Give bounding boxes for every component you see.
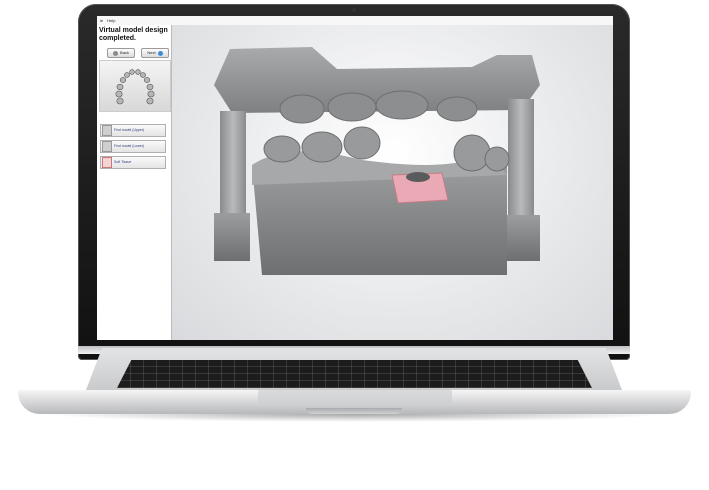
wizard-steps: Find model (Upper) Find model (Lower) So… xyxy=(100,124,166,172)
wizard-sidebar: Virtual model design completed. Back Nex… xyxy=(97,25,172,340)
app-window: le Help Virtual model design completed. … xyxy=(97,16,613,340)
dental-arch-preview xyxy=(99,60,171,112)
dental-arch-icon xyxy=(115,69,155,105)
next-button[interactable]: Next xyxy=(141,48,169,58)
wizard-nav: Back Next xyxy=(107,48,169,58)
back-button[interactable]: Back xyxy=(107,48,135,58)
step-label: Find model (Upper) xyxy=(114,128,145,132)
status-heading: Virtual model design completed. xyxy=(99,27,168,42)
step-find-lower[interactable]: Find model (Lower) xyxy=(100,140,166,153)
trackpad xyxy=(258,390,452,404)
step-soft-tissue[interactable]: Soft Tissue xyxy=(100,156,166,169)
menu-bar: le Help xyxy=(97,16,613,25)
keyboard xyxy=(117,360,592,388)
3d-dental-model-icon xyxy=(214,47,540,275)
step-find-upper[interactable]: Find model (Upper) xyxy=(100,124,166,137)
camera-icon xyxy=(352,8,356,12)
laptop-frame: le Help Virtual model design completed. … xyxy=(0,0,709,490)
step-label: Find model (Lower) xyxy=(114,144,145,148)
3d-viewport[interactable] xyxy=(172,25,613,340)
next-arrow-icon xyxy=(157,50,163,56)
laptop-shadow xyxy=(40,414,670,422)
step-label: Soft Tissue xyxy=(114,160,132,164)
model-icon xyxy=(102,125,112,136)
next-button-label: Next xyxy=(147,50,156,55)
menu-item-help[interactable]: Help xyxy=(107,18,115,23)
back-button-label: Back xyxy=(120,50,129,55)
model-icon xyxy=(102,141,112,152)
soft-tissue-icon xyxy=(102,157,112,168)
menu-item-file[interactable]: le xyxy=(100,18,103,23)
back-arrow-icon xyxy=(113,50,119,56)
